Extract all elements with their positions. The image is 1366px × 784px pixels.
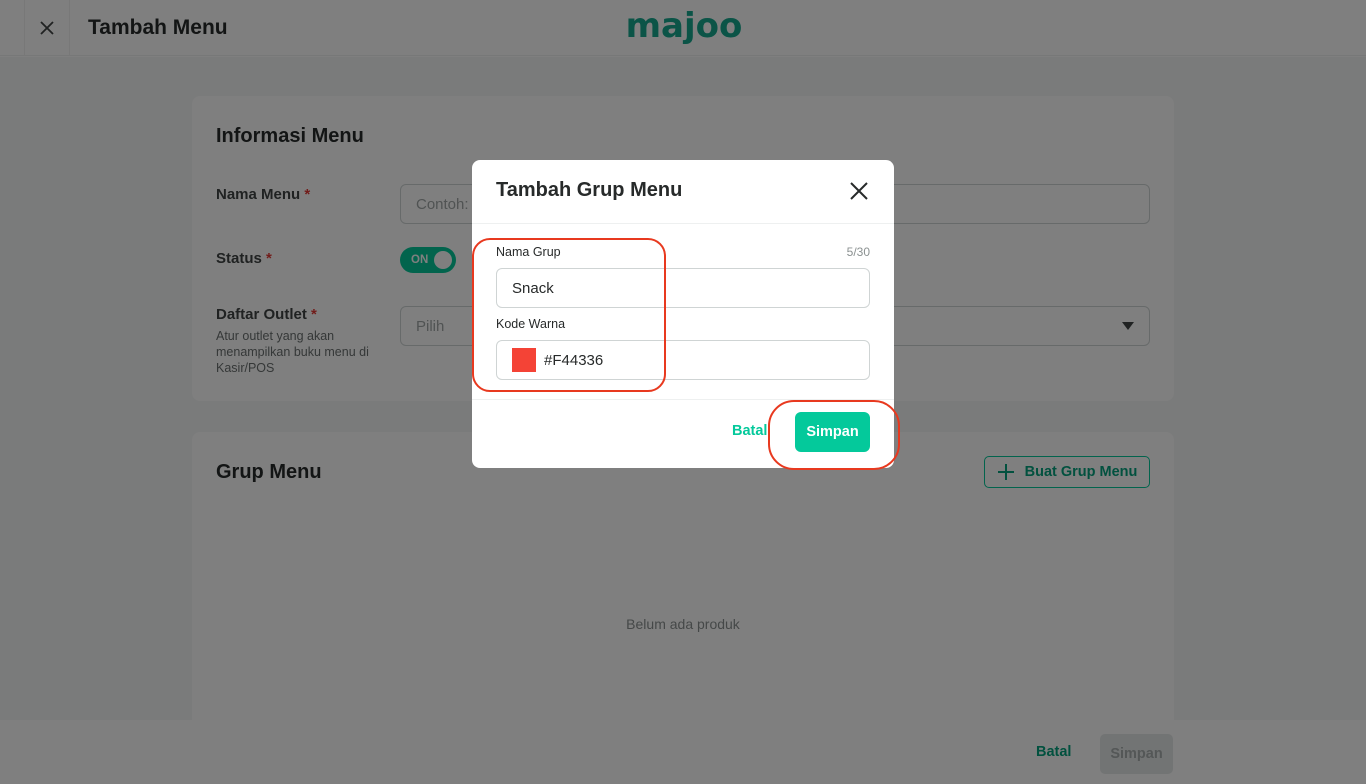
modal-close-button[interactable] <box>844 176 874 206</box>
modal-batal-button[interactable]: Batal <box>732 423 767 439</box>
tambah-grup-menu-modal: Tambah Grup Menu Nama Grup 5/30 Snack Ko… <box>472 160 894 468</box>
modal-title: Tambah Grup Menu <box>496 179 683 201</box>
kode-warna-value: #F44336 <box>544 351 604 369</box>
nama-grup-value: Snack <box>512 279 554 297</box>
modal-footer-divider <box>472 399 894 400</box>
nama-grup-input[interactable]: Snack <box>496 268 870 308</box>
color-swatch[interactable] <box>512 348 536 372</box>
modal-header-divider <box>472 223 894 224</box>
modal-simpan-button[interactable]: Simpan <box>795 412 870 452</box>
nama-grup-label: Nama Grup <box>496 245 561 259</box>
kode-warna-label: Kode Warna <box>496 317 566 331</box>
char-counter: 5/30 <box>846 245 870 259</box>
close-icon <box>850 182 868 200</box>
kode-warna-input[interactable]: #F44336 <box>496 340 870 380</box>
